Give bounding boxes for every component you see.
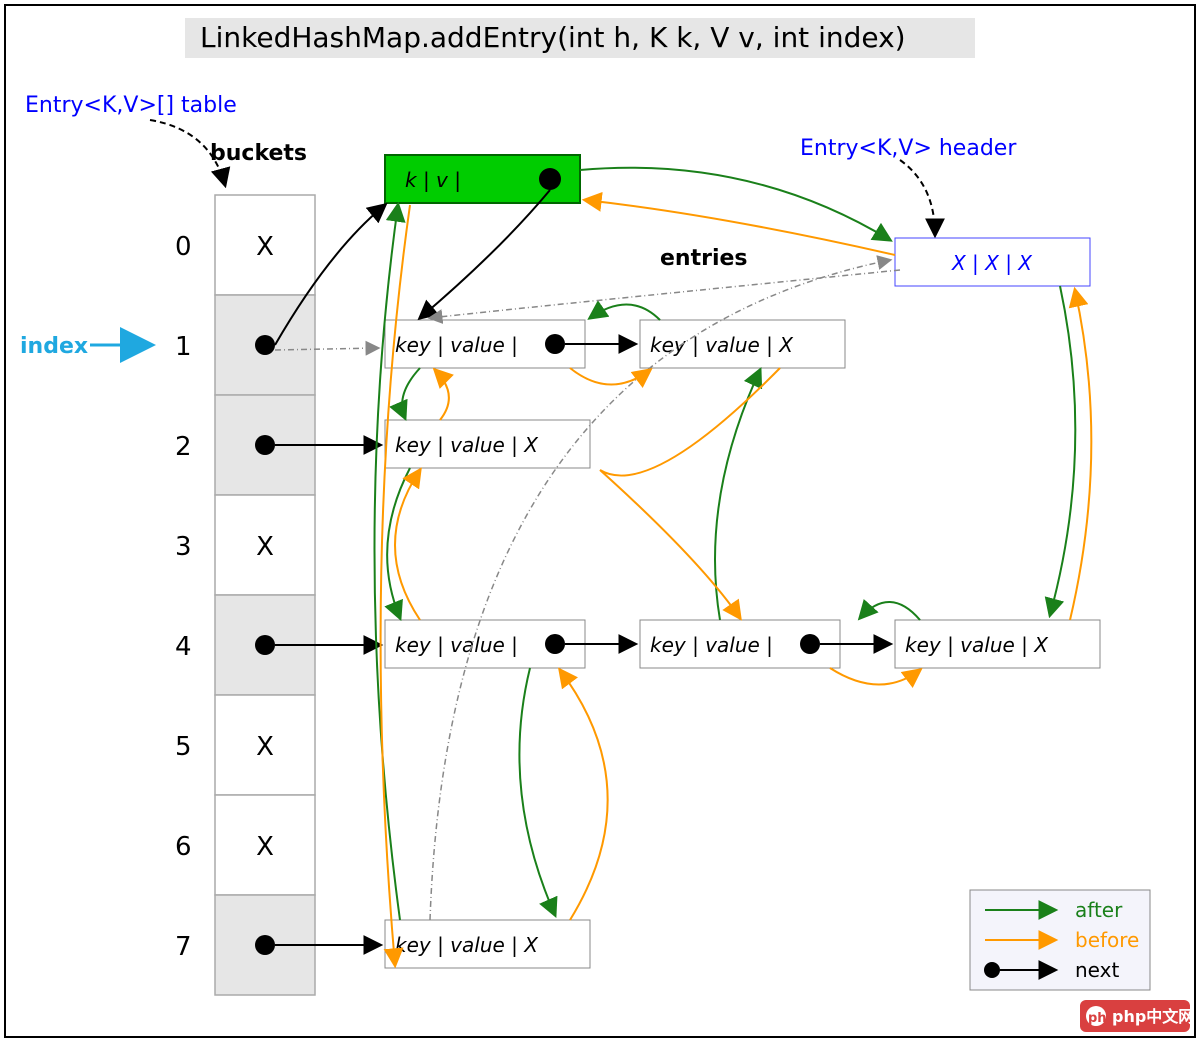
entry-4c: key | value | X [895, 620, 1100, 668]
svg-text:php中文网: php中文网 [1112, 1007, 1194, 1026]
svg-text:key | value | X: key | value | X [395, 933, 539, 957]
svg-text:2: 2 [175, 432, 192, 462]
before-4b-4c [830, 668, 920, 685]
svg-text:key | value |: key | value | [395, 333, 518, 357]
before-7-4a [560, 670, 608, 920]
svg-text:X | X | X: X | X | X [951, 251, 1033, 275]
svg-text:key | value | X: key | value | X [395, 433, 539, 457]
title: LinkedHashMap.addEntry(int h, K k, V v, … [200, 21, 906, 54]
legend: after before next [970, 890, 1150, 990]
entry-4a: key | value | [385, 620, 585, 668]
svg-text:key | value |: key | value | [650, 633, 773, 657]
svg-text:k | v |: k | v | [405, 168, 461, 192]
after-1b-1a [590, 304, 660, 320]
before-2-1a [435, 370, 449, 420]
entry-4b: key | value | [640, 620, 840, 668]
after-4a-7 [519, 668, 555, 915]
header-node: X | X | X [895, 238, 1090, 286]
after-4c-4b [860, 602, 920, 620]
header-label: Entry<K,V> header [800, 136, 1017, 161]
svg-text:key | value |: key | value | [395, 633, 518, 657]
svg-text:0: 0 [175, 232, 192, 262]
svg-text:4: 4 [175, 632, 192, 662]
entries-label: entries [660, 246, 748, 271]
entry-7: key | value | X [385, 920, 590, 968]
frame [5, 5, 1195, 1037]
svg-text:after: after [1075, 898, 1123, 922]
svg-text:7: 7 [175, 932, 192, 962]
before-1b-4b [600, 368, 780, 618]
svg-text:before: before [1075, 928, 1139, 952]
buckets-label: buckets [210, 141, 307, 166]
diagram: LinkedHashMap.addEntry(int h, K k, V v, … [0, 0, 1200, 1042]
svg-text:X: X [256, 232, 274, 262]
svg-text:5: 5 [175, 732, 192, 762]
index-label: index [20, 334, 88, 359]
new-entry: k | v | [385, 155, 580, 203]
svg-text:1: 1 [175, 332, 192, 362]
svg-text:key | value | X: key | value | X [650, 333, 794, 357]
entry-1a: key | value | [385, 320, 585, 368]
after-h-4c [1050, 286, 1075, 615]
old-before-h-7 [430, 270, 900, 318]
watermark: php php中文网 [1080, 1000, 1194, 1032]
before-4c-h [1070, 290, 1091, 620]
next-new-1a [420, 190, 550, 318]
entry-1b: key | value | X [640, 320, 845, 368]
before-1a-1b [570, 368, 650, 385]
svg-text:X: X [256, 832, 274, 862]
svg-text:key | value | X: key | value | X [905, 633, 1049, 657]
entry-2: key | value | X [385, 420, 590, 468]
header-pointer [900, 160, 935, 235]
after-new-h [580, 168, 890, 240]
svg-text:6: 6 [175, 832, 192, 862]
svg-text:3: 3 [175, 532, 192, 562]
after-1a-2 [402, 368, 420, 418]
svg-text:X: X [256, 532, 274, 562]
table-label: Entry<K,V>[] table [25, 93, 237, 118]
svg-text:X: X [256, 732, 274, 762]
svg-text:next: next [1075, 958, 1119, 982]
